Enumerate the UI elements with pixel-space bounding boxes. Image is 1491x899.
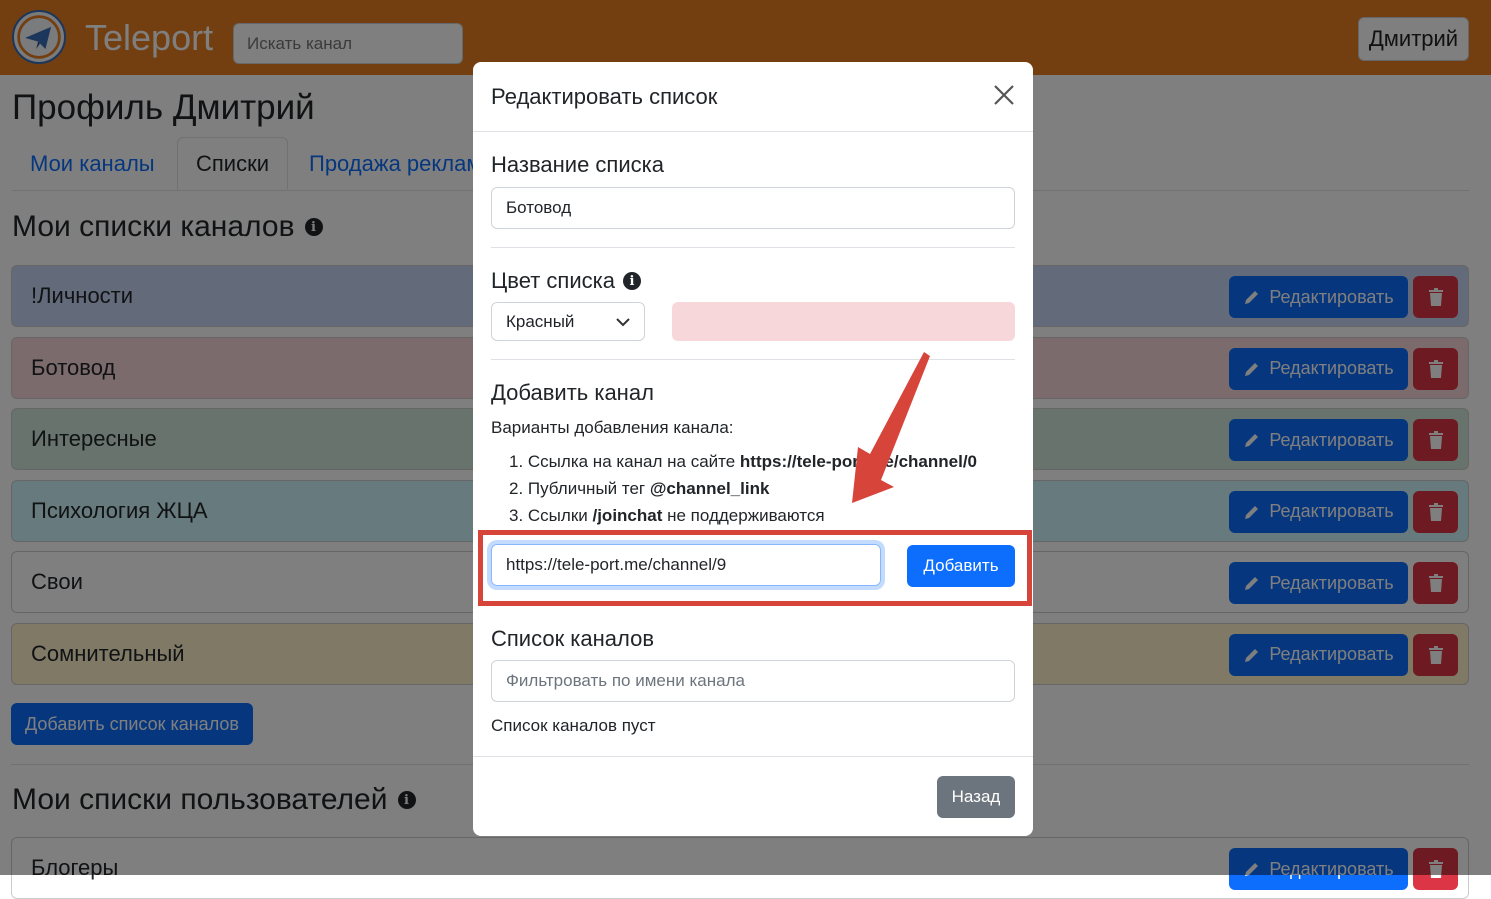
divider <box>491 359 1015 360</box>
channel-list-label: Список каналов <box>491 626 655 651</box>
list-name-input[interactable]: Ботовод <box>491 187 1015 229</box>
filter-channels-input[interactable]: Фильтровать по имени канала <box>491 660 1015 702</box>
color-select[interactable]: Красный <box>491 302 645 341</box>
edit-list-modal: Редактировать список Название списка Бот… <box>473 62 1033 836</box>
list-color-label-row: Цвет списка i <box>491 268 641 294</box>
empty-list-text: Список каналов пуст <box>491 716 656 735</box>
divider <box>491 247 1015 248</box>
option-3: 3. Ссылки /joinchat не поддерживаются <box>509 506 825 525</box>
color-select-value: Красный <box>506 311 575 331</box>
add-options-list: 1. Ссылка на канал на сайте https://tele… <box>509 448 977 529</box>
add-channel-label: Добавить канал <box>491 380 654 405</box>
back-button[interactable]: Назад <box>937 776 1015 818</box>
color-preview-swatch <box>672 302 1015 341</box>
modal-header: Редактировать список <box>473 62 1033 132</box>
option-2: 2. Публичный тег @channel_link <box>509 479 770 498</box>
modal-footer: Назад <box>473 756 1033 836</box>
info-icon[interactable]: i <box>622 272 641 290</box>
list-name-label: Название списка <box>491 152 664 177</box>
annotation-highlight-box <box>478 530 1032 606</box>
close-icon[interactable] <box>989 80 1019 110</box>
list-color-label: Цвет списка <box>491 268 615 293</box>
option-1: 1. Ссылка на канал на сайте https://tele… <box>509 452 978 471</box>
chevron-down-icon <box>616 317 630 326</box>
add-options-intro: Варианты добавления канала: <box>491 418 734 437</box>
modal-title: Редактировать список <box>491 84 718 109</box>
